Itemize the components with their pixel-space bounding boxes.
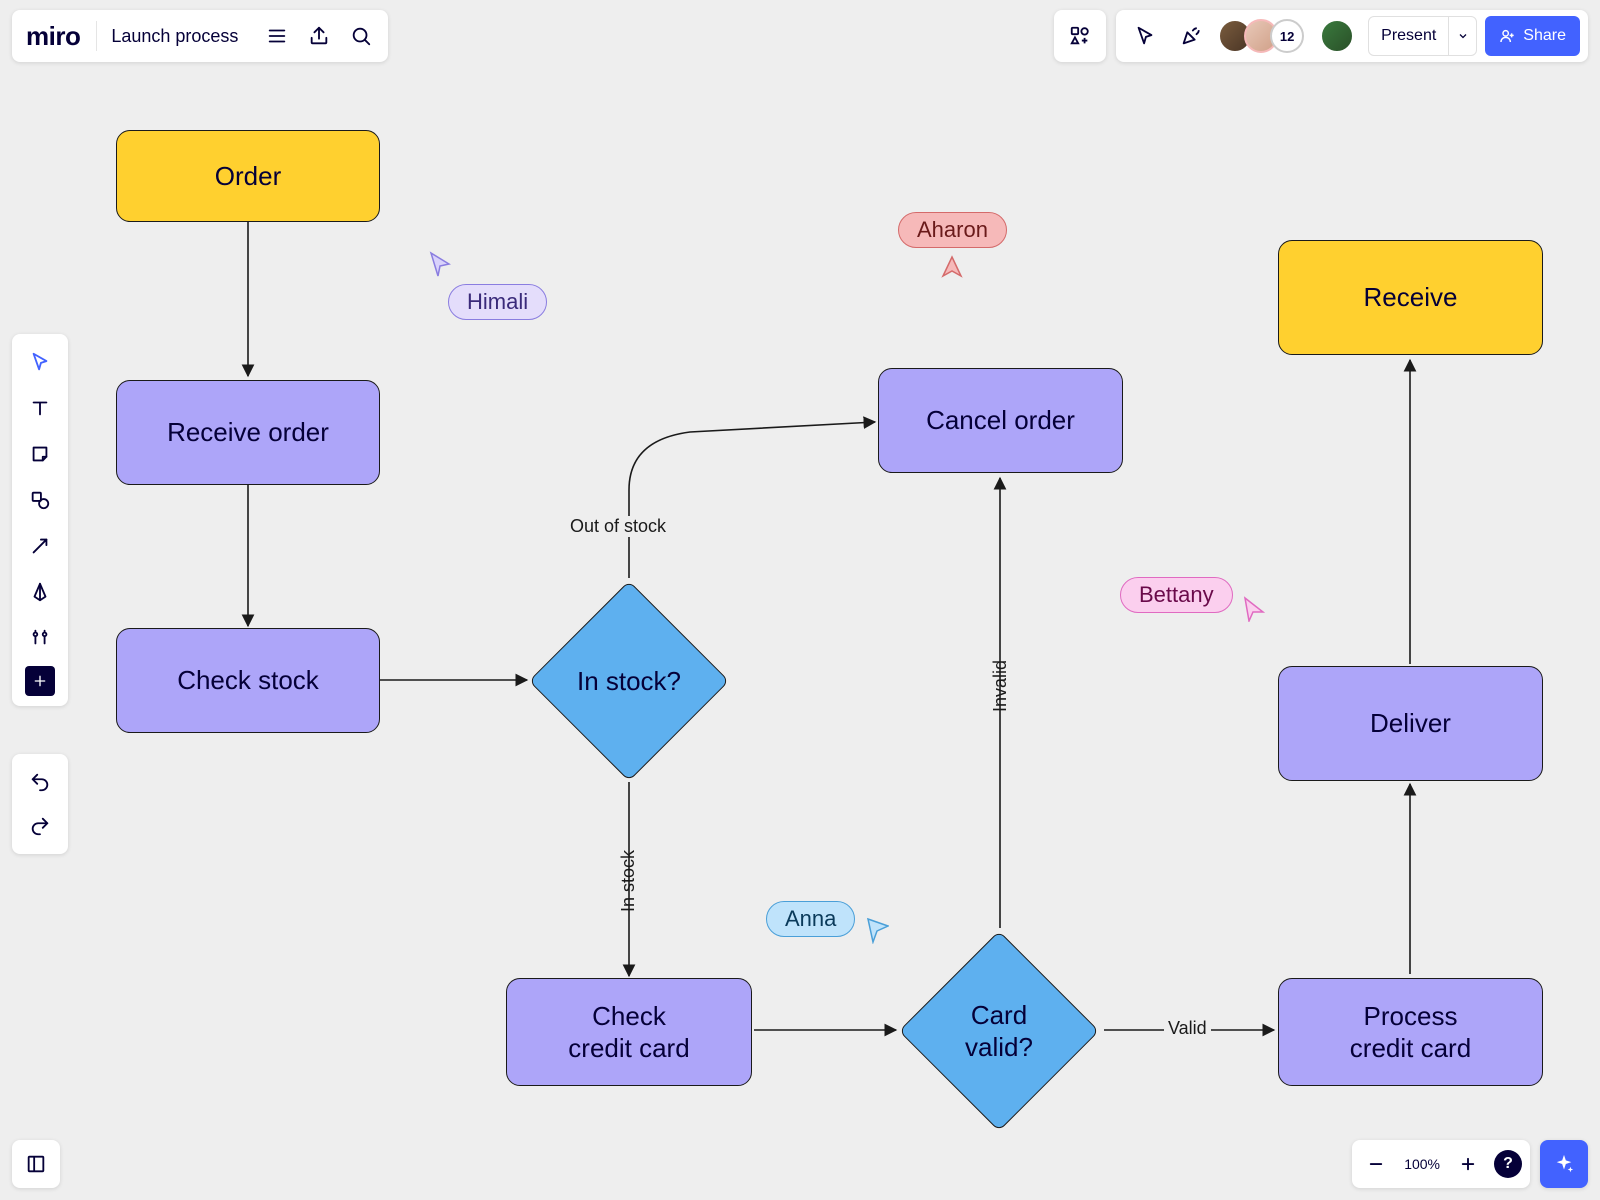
redo-button[interactable] [18, 804, 62, 848]
zoom-out-button[interactable] [1356, 1144, 1396, 1184]
undo-icon [29, 771, 51, 793]
present-dropdown[interactable] [1448, 17, 1476, 55]
history-toolbar [12, 754, 68, 854]
person-add-icon [1499, 28, 1515, 44]
cursor-icon [1134, 25, 1156, 47]
canvas[interactable]: Order Receive order Check stock In stock… [0, 0, 1600, 1200]
tool-add[interactable] [25, 666, 55, 696]
node-in-stock-decision[interactable]: In stock? [558, 610, 700, 752]
ai-assist-button[interactable] [1540, 1140, 1588, 1188]
avatar-overflow-count[interactable]: 12 [1270, 19, 1304, 53]
tool-shapes[interactable] [18, 478, 62, 522]
redo-icon [29, 815, 51, 837]
confetti-icon [1180, 25, 1202, 47]
tool-select[interactable] [18, 340, 62, 384]
main-menu-button[interactable] [256, 15, 298, 57]
reactions-button[interactable] [1170, 15, 1212, 57]
search-button[interactable] [340, 15, 382, 57]
cursor-bettany: Bettany [1120, 568, 1265, 622]
pointer-icon [29, 351, 51, 373]
tool-sticky-note[interactable] [18, 432, 62, 476]
cursor-mode-button[interactable] [1124, 15, 1166, 57]
share-button[interactable]: Share [1485, 16, 1580, 56]
minus-icon [1367, 1155, 1385, 1173]
help-button[interactable]: ? [1494, 1150, 1522, 1178]
header-right-panel: 12 Present Share [1116, 10, 1588, 62]
toolbar [12, 334, 68, 706]
node-cancel-order[interactable]: Cancel order [878, 368, 1123, 473]
chevron-down-icon [1457, 30, 1469, 42]
shapes-icon [29, 489, 51, 511]
edge-label-valid: Valid [1164, 1018, 1211, 1039]
node-receive-order[interactable]: Receive order [116, 380, 380, 485]
cursor-himali: Himali [428, 250, 547, 320]
node-order[interactable]: Order [116, 130, 380, 222]
cursor-aharon: Aharon [898, 212, 1007, 282]
edge-label-out-of-stock: Out of stock [566, 516, 670, 537]
search-icon [350, 25, 372, 47]
present-button[interactable]: Present [1369, 17, 1448, 55]
edge-label-in-stock: In stock [614, 850, 643, 912]
present-group: Present [1368, 16, 1477, 56]
apps-button[interactable] [1054, 10, 1106, 62]
export-button[interactable] [298, 15, 340, 57]
tool-connector[interactable] [18, 524, 62, 568]
text-icon [29, 397, 51, 419]
hamburger-icon [266, 25, 288, 47]
node-check-stock[interactable]: Check stock [116, 628, 380, 733]
node-receive[interactable]: Receive [1278, 240, 1543, 355]
export-icon [308, 25, 330, 47]
current-user-avatar[interactable] [1320, 19, 1354, 53]
node-card-valid-decision[interactable]: Card valid? [928, 960, 1070, 1102]
sticky-note-icon [29, 443, 51, 465]
zoom-value[interactable]: 100% [1398, 1156, 1446, 1172]
undo-button[interactable] [18, 760, 62, 804]
frames-icon [25, 1153, 47, 1175]
frames-panel-button[interactable] [12, 1140, 60, 1188]
board-title[interactable]: Launch process [111, 26, 238, 47]
collaborator-avatars[interactable]: 12 [1218, 19, 1304, 53]
plus-icon [1459, 1155, 1477, 1173]
pen-icon [29, 581, 51, 603]
sparkle-icon [1553, 1153, 1575, 1175]
tool-text[interactable] [18, 386, 62, 430]
apps-icon [1069, 25, 1091, 47]
cursor-anna: Anna [766, 894, 889, 944]
node-check-credit-card[interactable]: Check credit card [506, 978, 752, 1086]
zoom-in-button[interactable] [1448, 1144, 1488, 1184]
zoom-panel: 100% ? [1352, 1140, 1530, 1188]
plus-icon [32, 673, 48, 689]
logo[interactable]: miro [26, 21, 80, 52]
settings-sliders-icon [29, 627, 51, 649]
node-deliver[interactable]: Deliver [1278, 666, 1543, 781]
arrow-icon [29, 535, 51, 557]
edge-label-invalid: Invalid [986, 660, 1015, 712]
tool-pen[interactable] [18, 570, 62, 614]
header-left-panel: miro Launch process [12, 10, 388, 62]
tool-more[interactable] [18, 616, 62, 660]
node-process-credit-card[interactable]: Process credit card [1278, 978, 1543, 1086]
